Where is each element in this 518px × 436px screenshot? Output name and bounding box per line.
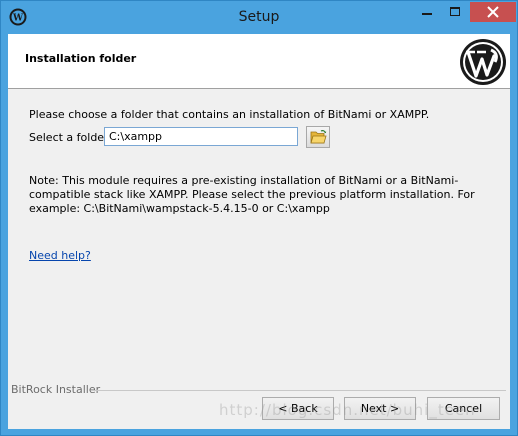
minimize-icon — [422, 13, 432, 15]
browse-folder-button[interactable] — [306, 126, 330, 148]
folder-path-input[interactable] — [104, 127, 298, 146]
minimize-button[interactable] — [413, 2, 441, 22]
wordpress-logo-icon — [459, 38, 507, 86]
note-text: Note: This module requires a pre-existin… — [29, 174, 475, 215]
title-bar[interactable]: W Setup — [1, 1, 517, 34]
folder-label: Select a folder — [29, 131, 109, 144]
close-button[interactable] — [470, 2, 516, 22]
header-panel: Installation folder — [8, 34, 510, 89]
need-help-link[interactable]: Need help? — [29, 249, 91, 262]
maximize-icon — [450, 7, 460, 16]
installer-brand-label: BitRock Installer — [11, 383, 101, 396]
folder-open-icon — [310, 130, 327, 144]
page-title: Installation folder — [25, 52, 137, 65]
close-icon — [487, 6, 499, 18]
watermark-text: http://blog.csdn.net/buhi_teen — [219, 401, 476, 419]
setup-window: W Setup Installation folder Please choos… — [0, 0, 518, 436]
intro-text: Please choose a folder that contains an … — [29, 108, 430, 121]
maximize-button[interactable] — [441, 2, 469, 22]
dialog-client-area: Installation folder Please choose a fold… — [8, 34, 510, 429]
footer-divider — [92, 390, 506, 391]
